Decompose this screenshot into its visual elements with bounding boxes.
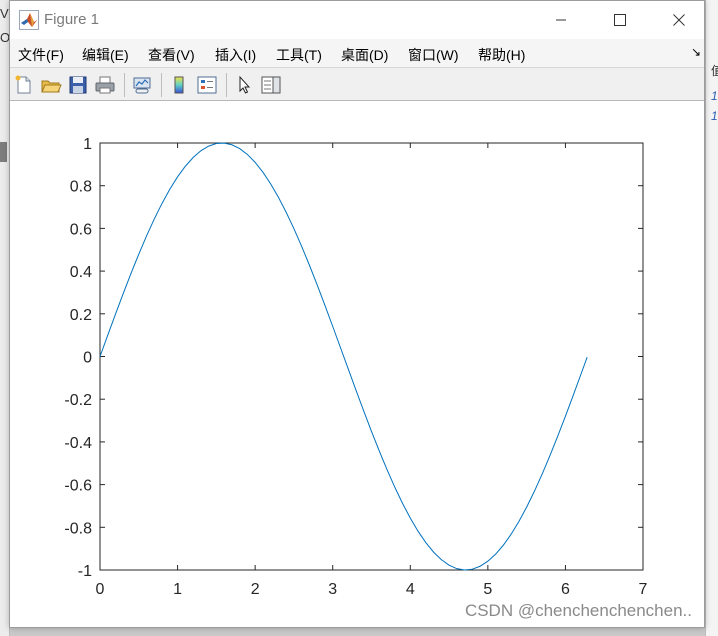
- x-tick-label: 7: [639, 581, 648, 598]
- y-tick-label: -0.8: [64, 520, 92, 537]
- x-tick-label: 0: [96, 581, 105, 598]
- title-bar[interactable]: Figure 1: [10, 1, 704, 39]
- x-tick-label: 2: [251, 581, 260, 598]
- new-figure-icon[interactable]: [13, 74, 35, 96]
- menu-file[interactable]: 文件(F): [18, 45, 64, 65]
- insert-colorbar-icon[interactable]: [168, 74, 190, 96]
- y-tick-label: 0.8: [70, 179, 92, 196]
- property-inspector-icon[interactable]: [260, 74, 282, 96]
- y-tick-label: -0.4: [64, 435, 92, 452]
- toolbar-separator: [161, 73, 162, 97]
- y-tick-label: 0.2: [70, 307, 92, 324]
- y-tick-label: 0.4: [70, 264, 92, 281]
- figure-toolbar: [10, 67, 704, 101]
- print-icon[interactable]: [94, 74, 116, 96]
- figure-canvas[interactable]: 0 1 2 3 4 5 6 7 1 0.8 0.6 0.4 0.2 0 -0.2 -0.4 -0.6 -0.8 -1: [10, 101, 704, 627]
- edit-plot-icon[interactable]: [233, 74, 255, 96]
- y-tick-label: -1: [78, 563, 92, 580]
- window-title: Figure 1: [44, 11, 100, 28]
- axes-box: [99, 142, 644, 571]
- toolbar-separator: [124, 73, 125, 97]
- toolbar-separator: [226, 73, 227, 97]
- background-text: 值: [711, 64, 718, 78]
- background-text: 1: [711, 89, 718, 103]
- open-file-icon[interactable]: [40, 74, 62, 96]
- y-tick-label: 0: [83, 350, 92, 367]
- save-icon[interactable]: [67, 74, 89, 96]
- close-icon: [673, 14, 685, 26]
- plot-axes[interactable]: 0 1 2 3 4 5 6 7 1 0.8 0.6 0.4 0.2 0 -0.2 -0.4 -0.6 -0.8 -1: [10, 101, 704, 627]
- y-tick-label: 1: [83, 136, 92, 153]
- minimize-button[interactable]: [538, 1, 584, 39]
- menu-overflow-arrow-icon[interactable]: ↘: [691, 45, 701, 59]
- insert-legend-icon[interactable]: [196, 74, 218, 96]
- maximize-button[interactable]: [597, 1, 643, 39]
- menu-view[interactable]: 查看(V): [148, 45, 195, 65]
- menu-help[interactable]: 帮助(H): [478, 45, 525, 65]
- minimize-icon: [556, 19, 566, 21]
- link-plot-icon[interactable]: [131, 74, 153, 96]
- y-tick-label: -0.6: [64, 478, 92, 495]
- background-text: V: [0, 6, 9, 21]
- watermark: CSDN @chenchenchenchen..: [464, 601, 692, 620]
- x-tick-label: 3: [328, 581, 337, 598]
- background-scrollbar: [0, 142, 7, 162]
- y-tick-label: 0.6: [70, 221, 92, 238]
- menu-tools[interactable]: 工具(T): [276, 45, 322, 65]
- x-tick-label: 6: [561, 581, 570, 598]
- matlab-logo-icon: [19, 10, 39, 30]
- menu-window[interactable]: 窗口(W): [408, 45, 459, 65]
- x-tick-label: 4: [406, 581, 415, 598]
- figure-window: Figure 1 文件(F) 编辑(E) 查看(V) 插入(I) 工具(T) 桌…: [9, 0, 705, 628]
- menu-edit[interactable]: 编辑(E): [82, 45, 129, 65]
- y-tick-label: -0.2: [64, 392, 92, 409]
- background-text: 1: [711, 109, 718, 123]
- menu-insert[interactable]: 插入(I): [215, 45, 256, 65]
- maximize-icon: [614, 14, 626, 26]
- close-button[interactable]: [656, 1, 702, 39]
- x-tick-label: 1: [173, 581, 182, 598]
- background-app-right: 值 1 1: [705, 0, 718, 636]
- menu-desktop[interactable]: 桌面(D): [341, 45, 388, 65]
- x-tick-label: 5: [483, 581, 492, 598]
- menu-bar: 文件(F) 编辑(E) 查看(V) 插入(I) 工具(T) 桌面(D) 窗口(W…: [10, 39, 704, 67]
